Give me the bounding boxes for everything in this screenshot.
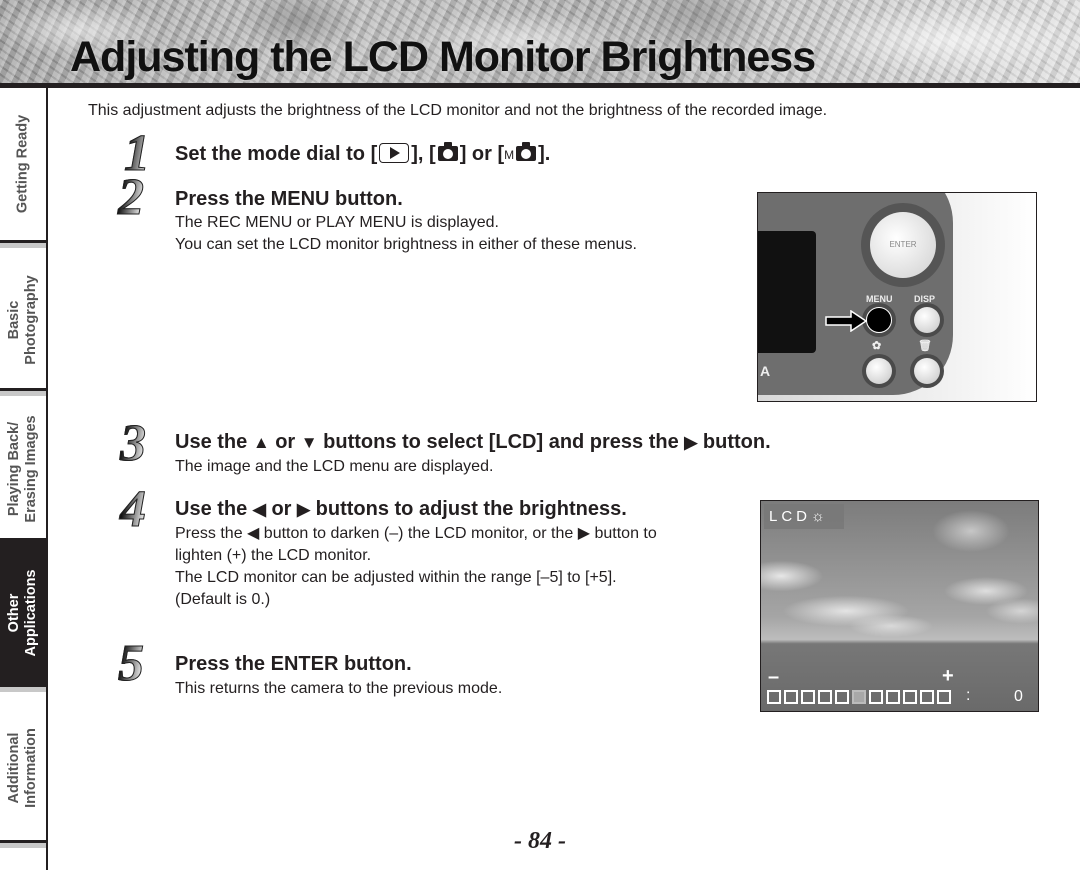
enter-dial: ENTER [870,212,936,278]
text: or [265,498,298,520]
text: button to darken (–) the LCD monitor, or… [259,525,578,542]
macro-icon: ✿ [872,340,882,352]
up-arrow-icon: ▲ [252,433,270,452]
text: Use the [175,431,253,453]
step-number-5: 5 [118,635,145,692]
step-number-4: 4 [120,481,147,538]
step-4-line-3: The LCD monitor can be adjusted within t… [175,569,617,586]
lcd-brightness-screen: LCD☼ – + : 0 [760,500,1039,712]
brightness-sun-icon: ☼ [811,508,829,525]
sidebar-tabs: Getting Ready Basic Photography Playing … [0,88,48,870]
tab-label: Getting Ready [14,114,31,214]
camera-lcd-screen [758,231,816,353]
text: button to [590,525,657,542]
page-number: - 84 - [514,828,566,854]
pointer-arrow-icon [825,310,867,332]
down-arrow-icon: ▼ [300,433,318,452]
step-4-line-4: (Default is 0.) [175,591,271,608]
step-4-line-1: Press the ◀ button to darken (–) the LCD… [175,523,657,545]
text: Press the [175,525,248,542]
scale-cell [818,690,832,704]
colon: : [966,687,971,704]
left-arrow-icon: ◀ [247,525,260,542]
step-4-line-2: lighten (+) the LCD monitor. [175,547,372,564]
right-arrow-icon: ▶ [577,525,591,542]
manual-camera-mode-icon [516,142,537,161]
tab-label: Playing Back/ Erasing Images [6,414,39,523]
brightness-value: 0 [1014,688,1023,705]
sidebar-divider [46,88,48,870]
left-arrow-icon: ◀ [252,500,266,519]
macro-button [866,358,892,384]
scale-cell [886,690,900,704]
step-3-title: Use the ▲ or ▼ buttons to select [LCD] a… [175,431,771,454]
scale-cell [835,690,849,704]
sidebar-tab-playing-back[interactable]: Playing Back/ Erasing Images [0,399,46,546]
tab-label: Other Applications [6,568,39,657]
trash-icon: 🗑 [918,340,932,352]
text: Set the mode dial to [ [175,143,378,165]
header-rule [0,83,1080,88]
right-arrow-icon: ▶ [297,500,311,519]
play-mode-icon [379,143,410,163]
step-2-line-1: The REC MENU or PLAY MENU is displayed. [175,214,499,231]
intro-text: This adjustment adjusts the brightness o… [88,102,828,119]
text: Use the [175,498,253,520]
scale-cell [937,690,951,704]
step-4-title: Use the ◀ or ▶ buttons to adjust the bri… [175,498,627,521]
step-5-title: Press the ENTER button. [175,653,412,675]
right-arrow-icon: ▶ [684,433,698,452]
text: or [269,431,301,453]
plus-label: + [942,665,954,687]
text: buttons to adjust the brightness. [310,498,627,520]
brightness-scale [767,690,951,704]
scale-cell [767,690,781,704]
text: button. [697,431,771,453]
step-5-line-1: This returns the camera to the previous … [175,680,503,697]
sidebar-tab-basic-photography[interactable]: Basic Photography [0,251,46,396]
text: ]. [538,143,551,165]
disp-button [914,307,940,333]
manual-mode-letter: M [504,148,515,162]
text: buttons to select [LCD] and press the [317,431,685,453]
step-2-line-2: You can set the LCD monitor brightness i… [175,236,637,253]
scale-cell [801,690,815,704]
minus-label: – [768,666,780,688]
lcd-label: LCD [769,508,812,525]
text: ], [ [411,143,436,165]
scale-cell [784,690,798,704]
sidebar-tab-additional-information[interactable]: Additional Information [0,695,46,848]
menu-button [866,307,892,333]
page-title: Adjusting the LCD Monitor Brightness [70,33,816,81]
sidebar-tab-other-applications[interactable]: Other Applications [0,541,46,692]
step-3-line-1: The image and the LCD menu are displayed… [175,458,494,475]
step-1-title: Set the mode dial to [ ], [ ] or [M]. [175,142,551,166]
sidebar-tab-getting-ready[interactable]: Getting Ready [0,88,46,248]
delete-button [914,358,940,384]
brand-fragment: A [760,363,771,379]
tab-label: Additional Information [6,727,39,808]
camera-mode-icon [437,142,458,161]
tab-label: Basic Photography [6,274,39,365]
scale-cell-current [852,690,866,704]
scale-cell [903,690,917,704]
step-2-title: Press the MENU button. [175,188,403,210]
lcd-menu-badge: LCD☼ [764,504,844,529]
camera-back-photo: ENTER MENU DISP ✿ 🗑 A [757,192,1037,402]
scale-cell [869,690,883,704]
scale-cell [920,690,934,704]
text: ] or [ [459,143,505,165]
step-number-3: 3 [120,415,147,472]
step-number-2: 2 [118,169,145,226]
